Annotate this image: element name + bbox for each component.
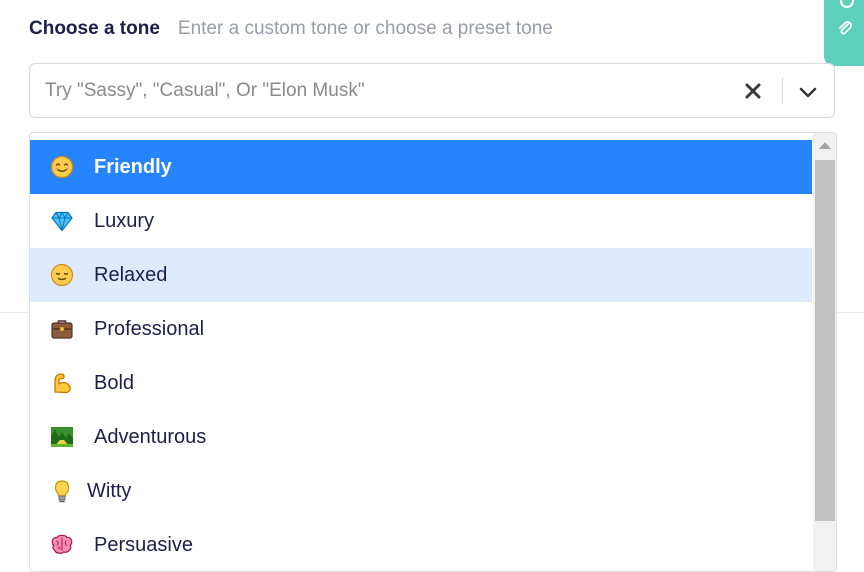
option-label: Bold — [94, 371, 135, 394]
combo-separator — [782, 78, 783, 104]
option-friendly[interactable]: Friendly — [30, 140, 812, 194]
option-label: Relaxed — [94, 263, 168, 286]
option-luxury[interactable]: Luxury — [30, 194, 812, 248]
smiling-face-icon — [50, 155, 74, 179]
option-adventurous[interactable]: Adventurous — [30, 410, 812, 464]
option-relaxed[interactable]: Relaxed — [30, 248, 812, 302]
tone-header: Choose a tone Enter a custom tone or cho… — [29, 17, 553, 41]
tone-combobox[interactable] — [29, 63, 835, 118]
option-witty[interactable]: Witty — [30, 464, 812, 518]
close-icon[interactable] — [742, 80, 764, 102]
option-label: Persuasive — [94, 533, 193, 556]
option-bold[interactable]: Bold — [30, 356, 812, 410]
option-label: Friendly — [94, 155, 172, 178]
tone-input[interactable] — [30, 64, 735, 117]
relieved-face-icon — [50, 263, 74, 287]
tone-sublabel: Enter a custom tone or choose a preset t… — [177, 18, 553, 39]
scroll-thumb[interactable] — [815, 160, 835, 521]
lightbulb-icon — [54, 480, 70, 503]
chevron-down-icon[interactable] — [795, 81, 821, 103]
ring-icon — [840, 0, 854, 8]
gem-icon — [51, 211, 73, 232]
brain-icon — [51, 534, 73, 554]
option-label: Witty — [87, 479, 132, 502]
option-label: Adventurous — [94, 425, 207, 448]
tone-dropdown-menu[interactable]: Friendly Luxury Relaxed Professional Bol… — [29, 132, 837, 572]
national-park-icon — [51, 427, 73, 447]
flexed-biceps-icon — [54, 373, 71, 394]
option-label: Professional — [94, 317, 205, 340]
paperclip-icon — [839, 21, 852, 35]
option-persuasive[interactable]: Persuasive — [30, 518, 812, 571]
tone-label: Choose a tone — [29, 18, 160, 39]
tone-option-list: Friendly Luxury Relaxed Professional Bol… — [30, 140, 812, 571]
menu-scrollbar[interactable] — [813, 133, 836, 571]
option-professional[interactable]: Professional — [30, 302, 812, 356]
option-label: Luxury — [94, 209, 155, 232]
briefcase-icon — [51, 320, 73, 339]
scroll-up-arrow-icon[interactable] — [819, 142, 831, 149]
side-tab[interactable] — [824, 0, 864, 66]
